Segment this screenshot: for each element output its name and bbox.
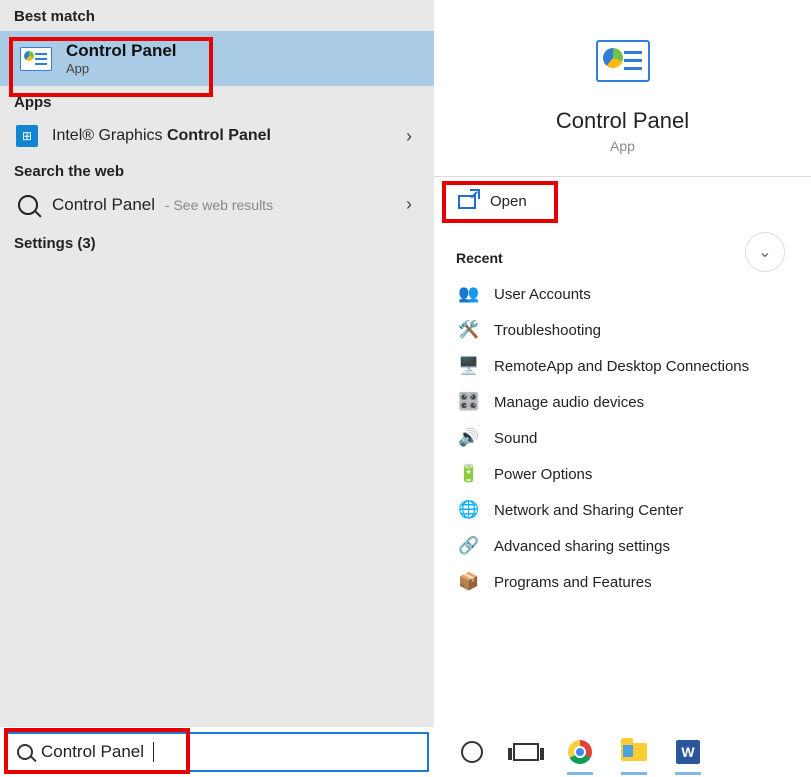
- recent-item-label: Manage audio devices: [494, 394, 644, 411]
- word-icon: W: [676, 740, 700, 764]
- taskbar-icons: W: [429, 737, 703, 767]
- open-action[interactable]: Open: [454, 187, 531, 216]
- chevron-right-icon: ›: [406, 194, 420, 215]
- recent-item-label: RemoteApp and Desktop Connections: [494, 358, 749, 375]
- recent-item[interactable]: 🔋 Power Options: [454, 456, 791, 492]
- text-cursor: [153, 742, 154, 762]
- right-subtitle: App: [610, 138, 635, 154]
- best-match-labels: Control Panel App: [66, 41, 177, 76]
- recent-item[interactable]: 🔗 Advanced sharing settings: [454, 528, 791, 564]
- recent-item[interactable]: 🖥️ RemoteApp and Desktop Connections: [454, 348, 791, 384]
- best-match-title: Control Panel: [66, 41, 177, 61]
- recent-item-icon: 🔋: [458, 463, 480, 485]
- cortana-button[interactable]: [457, 737, 487, 767]
- recent-label: Recent: [456, 250, 791, 266]
- recent-item-icon: 🎛️: [458, 391, 480, 413]
- search-input-value: Control Panel: [41, 742, 144, 762]
- expand-button[interactable]: ⌄: [745, 232, 785, 272]
- recent-item[interactable]: 🎛️ Manage audio devices: [454, 384, 791, 420]
- task-view-icon: [513, 743, 539, 761]
- search-icon: [18, 195, 38, 215]
- recent-item-icon: 📦: [458, 571, 480, 593]
- apps-label: Apps: [0, 86, 434, 117]
- taskbar-chrome[interactable]: [565, 737, 595, 767]
- apps-item-label: Intel® Graphics Control Panel: [52, 127, 392, 145]
- recent-area: Recent 👥 User Accounts 🛠️ Troubleshooting 🖥️…: [434, 226, 811, 600]
- recent-item-icon: 🖥️: [458, 355, 480, 377]
- recent-item-label: Power Options: [494, 466, 592, 483]
- recent-item[interactable]: 👥 User Accounts: [454, 276, 791, 312]
- taskbar-word[interactable]: W: [673, 737, 703, 767]
- web-result-label: Control Panel - See web results: [52, 195, 392, 215]
- recent-item[interactable]: 🌐 Network and Sharing Center: [454, 492, 791, 528]
- recent-item[interactable]: 📦 Programs and Features: [454, 564, 791, 600]
- recent-item-label: Troubleshooting: [494, 322, 601, 339]
- control-panel-icon: [20, 47, 52, 71]
- search-web-label: Search the web: [0, 155, 434, 186]
- recent-item-label: User Accounts: [494, 286, 591, 303]
- recent-item-icon: 🔊: [458, 427, 480, 449]
- right-header: Control Panel App: [434, 40, 811, 177]
- recent-item-label: Network and Sharing Center: [494, 502, 683, 519]
- recent-item-icon: 🔗: [458, 535, 480, 557]
- web-result-control-panel[interactable]: Control Panel - See web results ›: [0, 186, 434, 223]
- task-view-button[interactable]: [511, 737, 541, 767]
- best-match-subtitle: App: [66, 61, 177, 76]
- chrome-icon: [568, 740, 592, 764]
- chevron-right-icon: ›: [406, 126, 420, 147]
- open-label: Open: [490, 193, 527, 210]
- chevron-down-icon: ⌄: [758, 242, 771, 262]
- open-icon: [458, 195, 476, 209]
- recent-item-label: Programs and Features: [494, 574, 652, 591]
- intel-graphics-icon: ⊞: [16, 125, 38, 147]
- recent-item[interactable]: 🔊 Sound: [454, 420, 791, 456]
- actions-row: Open ⌄: [434, 177, 811, 226]
- taskbar: Control Panel W: [0, 727, 811, 777]
- search-icon: [17, 744, 33, 760]
- taskbar-search-box[interactable]: Control Panel: [5, 732, 429, 772]
- recent-item-icon: 🌐: [458, 499, 480, 521]
- recent-item[interactable]: 🛠️ Troubleshooting: [454, 312, 791, 348]
- control-panel-icon: [596, 40, 650, 82]
- best-match-control-panel[interactable]: Control Panel App: [0, 31, 434, 86]
- best-match-label: Best match: [0, 0, 434, 31]
- right-title: Control Panel: [556, 108, 689, 134]
- start-search-right-pane: Control Panel App Open ⌄ Recent 👥 User Ac…: [434, 0, 811, 727]
- folder-icon: [621, 743, 647, 761]
- settings-label[interactable]: Settings (3): [0, 223, 434, 264]
- taskbar-file-explorer[interactable]: [619, 737, 649, 767]
- recent-item-label: Sound: [494, 430, 537, 447]
- start-search-left-pane: Best match Control Panel App Apps ⊞ Inte…: [0, 0, 434, 727]
- recent-item-icon: 🛠️: [458, 319, 480, 341]
- cortana-icon: [461, 741, 483, 763]
- recent-item-icon: 👥: [458, 283, 480, 305]
- apps-item-intel-graphics[interactable]: ⊞ Intel® Graphics Control Panel ›: [0, 117, 434, 155]
- recent-item-label: Advanced sharing settings: [494, 538, 670, 555]
